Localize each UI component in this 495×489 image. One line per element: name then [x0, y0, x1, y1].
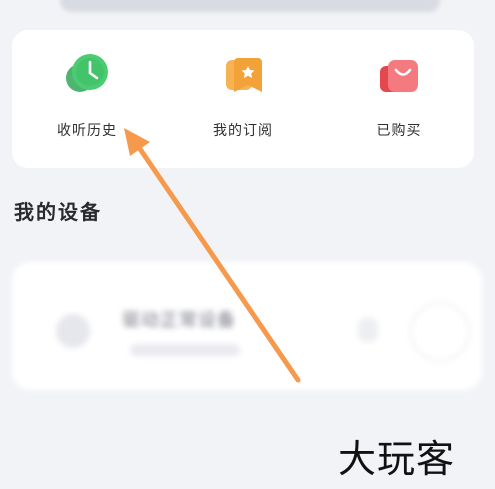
- annotation-arrow: [124, 128, 301, 383]
- watermark-text: 大玩客: [338, 437, 456, 481]
